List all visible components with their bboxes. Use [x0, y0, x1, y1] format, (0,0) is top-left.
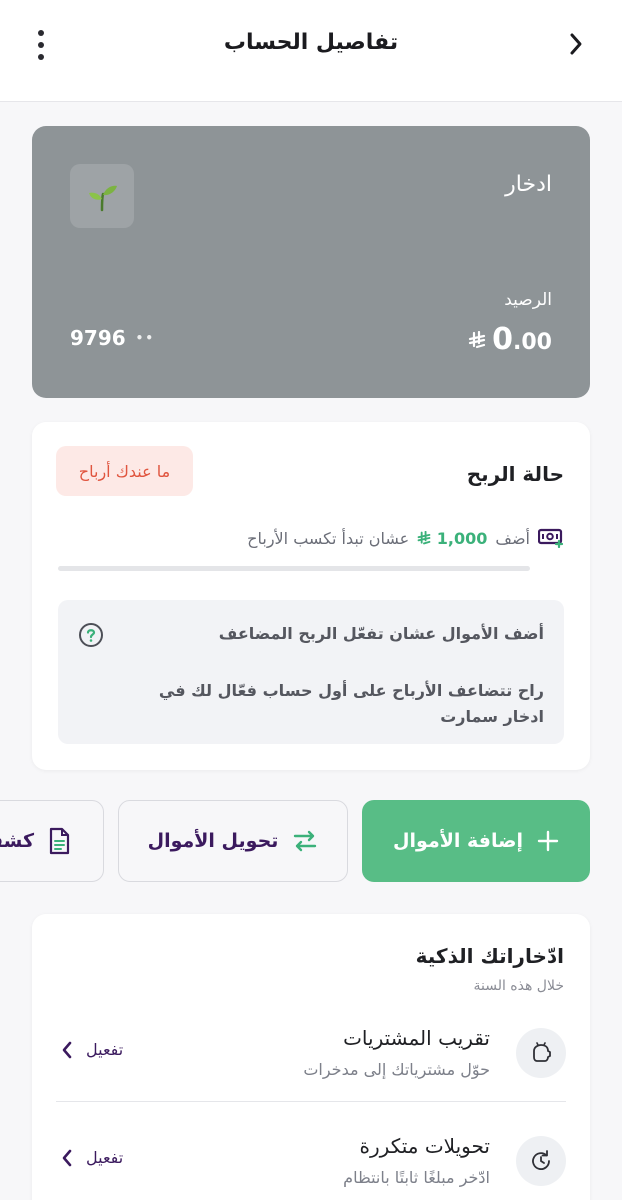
page-title: تفاصيل الحساب: [223, 30, 399, 55]
riyal-icon: [468, 330, 486, 354]
add-funds-label: إضافة الأموال: [393, 830, 523, 852]
profit-progress-bar: [58, 566, 530, 571]
app-header: تفاصيل الحساب: [0, 0, 622, 102]
recurring-clock-icon: [516, 1136, 566, 1186]
round-up-title: تقريب المشتريات: [343, 1026, 490, 1050]
smart-savings-subtitle: خلال هذه السنة: [473, 978, 564, 994]
double-profit-info-box: أضف الأموال عشان تفعّل الربح المضاعف راح…: [58, 600, 564, 744]
account-actions: إضافة الأموال تحويل الأموال كشف: [0, 800, 622, 884]
profit-status-card: حالة الربح ما عندك أرباح أضف 1,000 عشان …: [32, 422, 590, 770]
profit-hint-amount: 1,000: [417, 529, 487, 548]
activate-label: تفعيل: [86, 1148, 124, 1167]
info-body: راح تتضاعف الأرباح على أول حساب فعّال لك…: [158, 681, 544, 726]
list-item[interactable]: تحويلات متكررة ادّخر مبلغًا ثابتًا بانتظ…: [56, 1118, 566, 1200]
account-card[interactable]: ادخار الرصيد 0 .00 9796 ••: [32, 126, 590, 398]
smart-savings-card: ادّخاراتك الذكية خلال هذه السنة تقريب ال…: [32, 914, 590, 1200]
account-mask-dots: ••: [135, 331, 156, 345]
profit-hint-suffix: عشان تبدأ تكسب الأرباح: [247, 528, 410, 548]
recurring-transfers-title: تحويلات متكررة: [359, 1134, 490, 1158]
document-icon: [49, 827, 70, 855]
balance-label: الرصيد: [504, 290, 552, 310]
balance-decimal: .00: [513, 330, 552, 355]
round-up-desc: حوّل مشترياتك إلى مدخرات: [303, 1060, 490, 1079]
profit-hint: أضف 1,000 عشان تبدأ تكسب الأرباح: [247, 528, 564, 548]
balance-integer: 0: [492, 322, 514, 357]
plus-icon: [537, 830, 559, 852]
transfer-funds-button[interactable]: تحويل الأموال: [118, 800, 348, 882]
account-name: ادخار: [505, 172, 552, 197]
transfer-arrows-icon: [294, 830, 317, 852]
activate-label: تفعيل: [86, 1040, 124, 1059]
money-add-icon: [538, 528, 564, 548]
account-number: 9796 ••: [70, 326, 155, 350]
list-item[interactable]: تقريب المشتريات حوّل مشترياتك إلى مدخرات…: [56, 1010, 566, 1102]
profit-status-title: حالة الربح: [466, 462, 564, 486]
more-vertical-icon: [38, 30, 44, 36]
balance-amount: 0 .00: [468, 322, 552, 357]
smart-savings-title: ادّخاراتك الذكية: [415, 944, 564, 968]
chevron-left-icon: [62, 1041, 72, 1058]
more-options-button[interactable]: [26, 28, 56, 62]
account-logo: [70, 164, 134, 228]
piggy-bank-icon: [516, 1028, 566, 1078]
statement-label: كشف: [0, 830, 35, 852]
info-title: أضف الأموال عشان تفعّل الربح المضاعف: [218, 624, 544, 643]
chevron-left-icon: [62, 1149, 72, 1166]
account-last4: 9796: [70, 326, 126, 350]
recurring-transfers-desc: ادّخر مبلغًا ثابتًا بانتظام: [343, 1168, 490, 1187]
sprout-icon: [89, 185, 117, 212]
statement-button[interactable]: كشف: [0, 800, 104, 882]
riyal-icon: [417, 530, 431, 544]
transfer-funds-label: تحويل الأموال: [147, 830, 279, 852]
profit-hint-prefix: أضف: [495, 528, 530, 548]
add-funds-button[interactable]: إضافة الأموال: [362, 800, 590, 882]
no-profits-badge: ما عندك أرباح: [56, 446, 193, 496]
question-icon[interactable]: [78, 622, 104, 648]
activate-recurring-button[interactable]: تفعيل: [62, 1148, 123, 1167]
activate-round-up-button[interactable]: تفعيل: [62, 1040, 123, 1059]
